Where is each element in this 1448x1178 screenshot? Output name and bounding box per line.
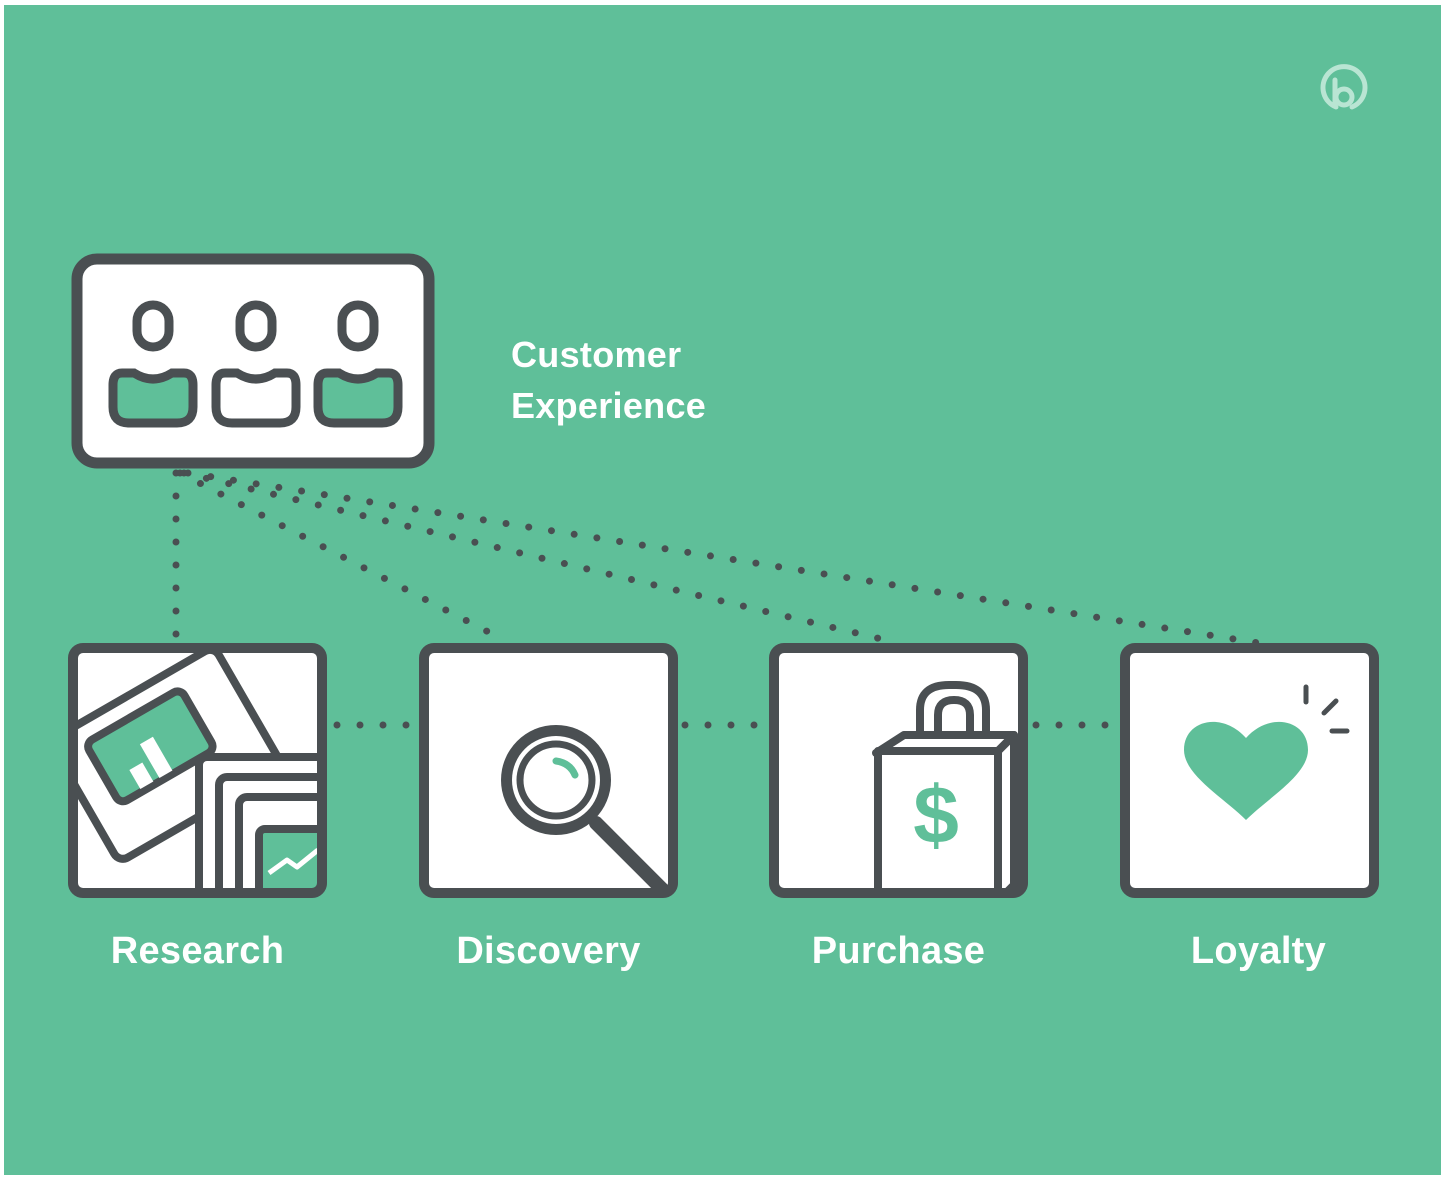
heart-icon	[1120, 643, 1379, 898]
diagram-art: $	[68, 253, 1379, 898]
title-line-2: Experience	[511, 385, 707, 426]
connector-purchase	[180, 469, 898, 646]
stage-label-research: Research	[110, 930, 285, 972]
diagram-canvas: $ Customer Experience Research Discovery…	[4, 5, 1441, 1175]
dollar-sign: $	[913, 770, 959, 861]
diagram-title: Customer Experience	[511, 329, 706, 431]
connector-loyalty	[184, 469, 1263, 647]
connectors	[172, 469, 1263, 729]
connector-discovery	[176, 469, 508, 644]
stage-label-discovery: Discovery	[456, 930, 641, 972]
bitly-logo-icon	[1320, 64, 1368, 110]
shopping-bag-icon: $	[769, 643, 1028, 898]
stage-label-loyalty: Loyalty	[1190, 930, 1327, 972]
title-line-1: Customer	[511, 334, 682, 375]
customers-icon	[71, 253, 435, 469]
magnifier-icon	[419, 643, 678, 898]
stage-label-purchase: Purchase	[811, 930, 986, 972]
